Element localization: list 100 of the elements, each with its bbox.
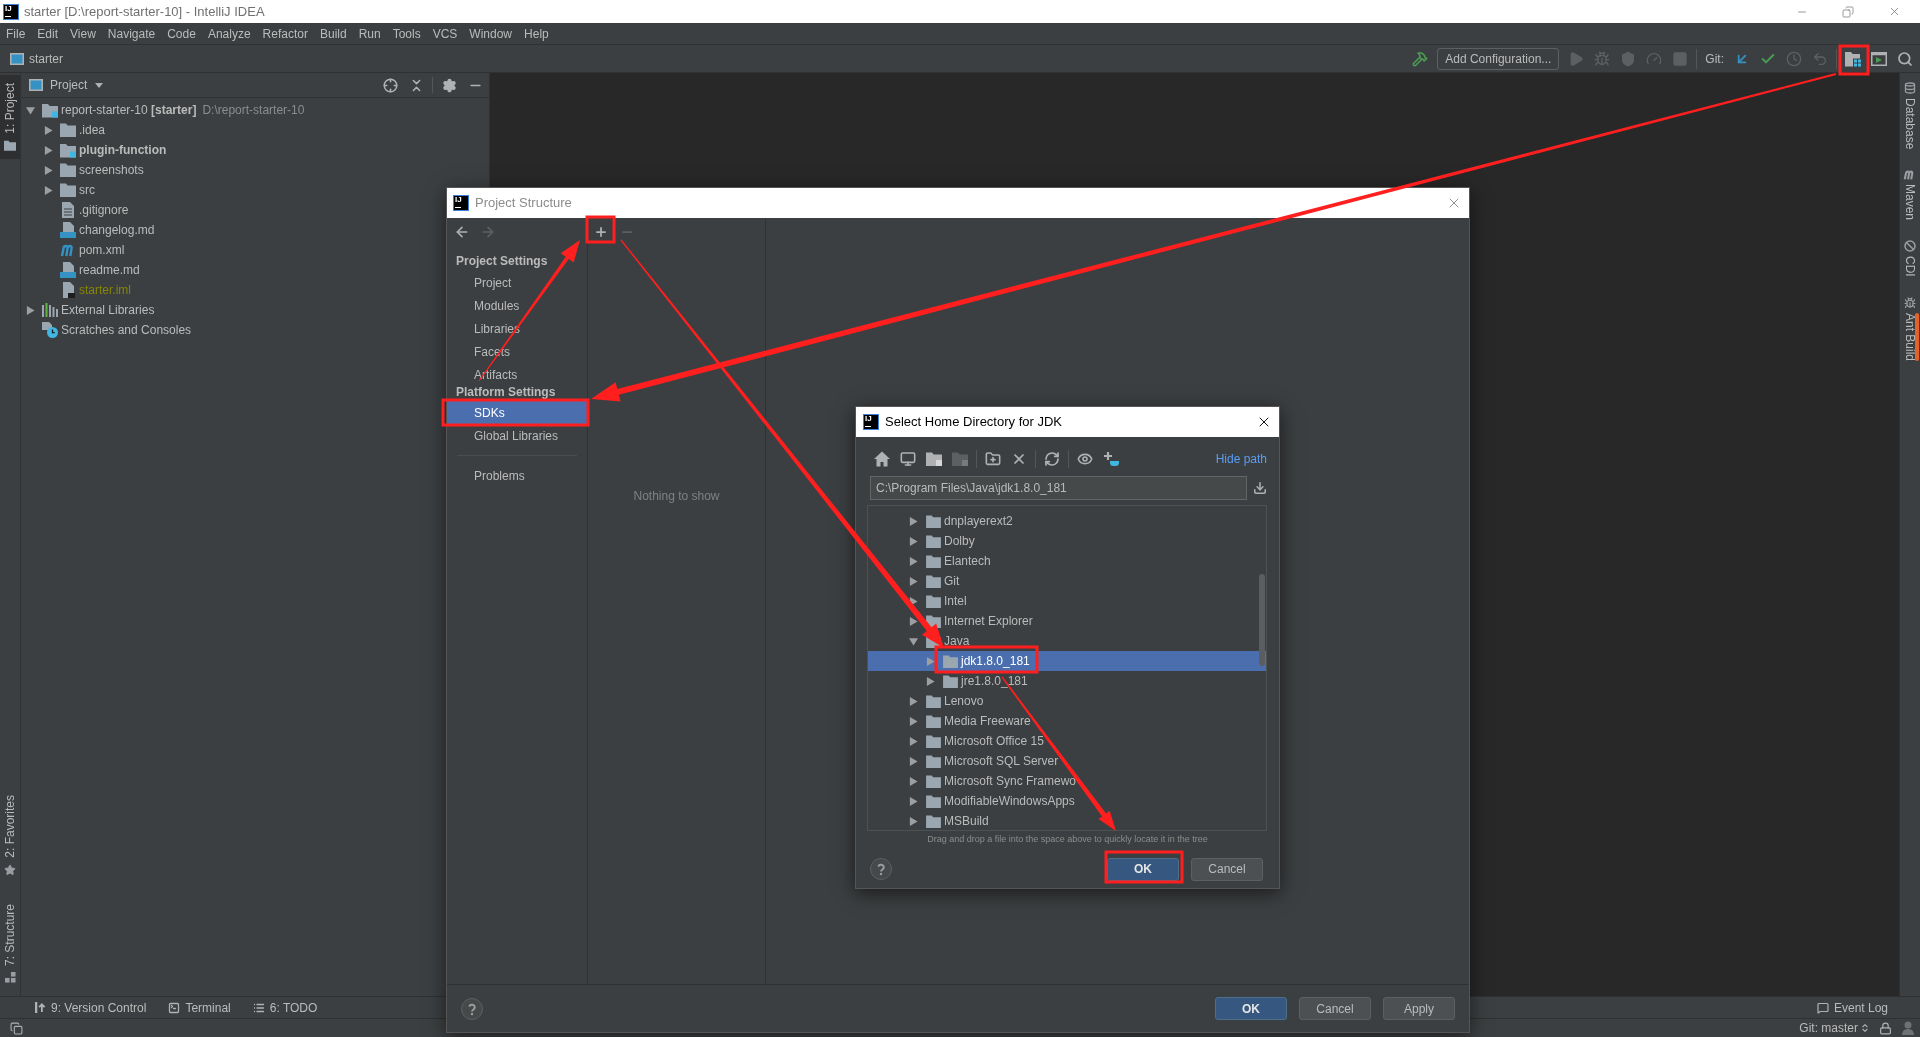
scrollbar[interactable] bbox=[1915, 313, 1919, 361]
hammer-icon[interactable] bbox=[1412, 50, 1429, 67]
squares-icon[interactable] bbox=[10, 1021, 23, 1035]
disclosure-triangle-icon[interactable] bbox=[908, 716, 918, 726]
tool-window-button[interactable]: 9: Version Control bbox=[35, 998, 147, 1017]
scrollbar[interactable] bbox=[1259, 574, 1265, 666]
tree-item[interactable]: ModifiableWindowsApps bbox=[868, 791, 1266, 811]
menu-item[interactable]: View bbox=[70, 24, 96, 43]
folder-grid-icon[interactable] bbox=[1845, 50, 1861, 67]
help-icon[interactable] bbox=[870, 858, 892, 880]
help-icon[interactable] bbox=[461, 997, 483, 1020]
menu-item[interactable]: Code bbox=[167, 24, 196, 43]
tool-window-tab[interactable]: CDI bbox=[1900, 236, 1920, 282]
delete-icon[interactable] bbox=[1011, 451, 1027, 467]
disclosure-triangle-icon[interactable] bbox=[908, 616, 918, 626]
tree-item[interactable]: Git bbox=[868, 571, 1266, 591]
tool-window-button[interactable]: 6: TODO bbox=[252, 998, 318, 1017]
disclosure-triangle-icon[interactable] bbox=[908, 536, 918, 546]
disclosure-triangle-icon[interactable] bbox=[908, 816, 918, 826]
disclosure-triangle-icon[interactable] bbox=[25, 305, 35, 315]
menu-item[interactable]: Refactor bbox=[262, 24, 308, 43]
nav-item[interactable]: Modules bbox=[447, 294, 587, 317]
tree-item[interactable]: Microsoft Office 15 bbox=[868, 731, 1266, 751]
cancel-button[interactable]: Cancel bbox=[1191, 857, 1263, 881]
hide-path-link[interactable]: Hide path bbox=[1215, 450, 1267, 468]
eye-icon[interactable] bbox=[1077, 451, 1093, 467]
folder-icon[interactable] bbox=[926, 452, 942, 466]
tree-item[interactable]: Lenovo bbox=[868, 691, 1266, 711]
tree-item-label[interactable]: Scratches and Consoles bbox=[61, 321, 192, 339]
menu-item[interactable]: Help bbox=[524, 24, 549, 43]
settings-icon[interactable] bbox=[442, 77, 457, 93]
tool-window-tab[interactable]: 2: Favorites bbox=[0, 787, 20, 884]
plus-cup-icon[interactable] bbox=[1103, 451, 1119, 467]
tree-item[interactable]: Microsoft SQL Server bbox=[868, 751, 1266, 771]
menu-item[interactable]: File bbox=[6, 24, 26, 43]
plus-icon[interactable] bbox=[594, 225, 608, 239]
tree-item-label[interactable]: readme.md bbox=[79, 261, 140, 279]
run-configuration-button[interactable]: Add Configuration... bbox=[1437, 47, 1560, 70]
tree-item-label[interactable]: src bbox=[79, 181, 95, 199]
tree-item-label[interactable]: pom.xml bbox=[79, 241, 125, 259]
home-icon[interactable] bbox=[874, 451, 890, 467]
tree-item[interactable]: Elantech bbox=[868, 551, 1266, 571]
search-icon[interactable] bbox=[1897, 50, 1913, 67]
tool-window-tab[interactable]: 7: Structure bbox=[0, 895, 20, 991]
breadcrumb[interactable]: starter bbox=[29, 49, 63, 68]
cancel-button[interactable]: Cancel bbox=[1299, 997, 1371, 1020]
menu-item[interactable]: Build bbox=[319, 24, 347, 43]
disclosure-triangle-icon[interactable] bbox=[908, 776, 918, 786]
disclosure-triangle-icon[interactable] bbox=[25, 105, 35, 115]
restore-icon[interactable] bbox=[1842, 5, 1854, 18]
window-play-icon[interactable] bbox=[1871, 50, 1887, 67]
tree-item[interactable]: dnplayerext2 bbox=[868, 511, 1266, 531]
tree-item-label[interactable]: External Libraries bbox=[61, 301, 155, 319]
disclosure-triangle-icon[interactable] bbox=[43, 185, 53, 195]
silhouette-icon[interactable] bbox=[1902, 1021, 1914, 1035]
disclosure-triangle-icon[interactable] bbox=[908, 756, 918, 766]
tree-item-label[interactable]: changelog.md bbox=[79, 221, 155, 239]
disclosure-triangle-icon[interactable] bbox=[43, 125, 53, 135]
lock-icon[interactable] bbox=[1879, 1021, 1892, 1035]
disclosure-triangle-icon[interactable] bbox=[43, 145, 53, 155]
nav-item[interactable]: Global Libraries bbox=[447, 424, 587, 447]
disclosure-triangle-icon[interactable] bbox=[908, 556, 918, 566]
apply-button[interactable]: Apply bbox=[1383, 997, 1455, 1020]
tree-item[interactable]: Microsoft Sync Framewo bbox=[868, 771, 1266, 791]
folder-plus-icon[interactable] bbox=[985, 451, 1001, 467]
refresh-icon[interactable] bbox=[1044, 451, 1060, 467]
tool-window-tab[interactable]: Ant Build bbox=[1900, 293, 1920, 366]
tree-item[interactable]: Dolby bbox=[868, 531, 1266, 551]
tree-item[interactable]: Media Freeware bbox=[868, 711, 1266, 731]
tree-item[interactable]: jdk1.8.0_181 bbox=[868, 651, 1266, 671]
disclosure-triangle-icon[interactable] bbox=[43, 165, 53, 175]
disclosure-triangle-icon[interactable] bbox=[908, 796, 918, 806]
tree-item[interactable]: Intel bbox=[868, 591, 1266, 611]
menu-item[interactable]: Window bbox=[469, 24, 513, 43]
tree-item-label[interactable]: report-starter-10 [starter] bbox=[61, 101, 197, 119]
disclosure-triangle-icon[interactable] bbox=[908, 576, 918, 586]
monitor-icon[interactable] bbox=[900, 451, 916, 467]
back-arrow-icon[interactable] bbox=[454, 224, 470, 240]
disclosure-triangle-icon[interactable] bbox=[908, 696, 918, 706]
menu-item[interactable]: Tools bbox=[392, 24, 421, 43]
view-dropdown[interactable]: Project bbox=[50, 76, 104, 94]
tool-window-tab[interactable]: Maven bbox=[1900, 165, 1920, 225]
disclosure-triangle-icon[interactable] bbox=[908, 516, 918, 526]
ok-button[interactable]: OK bbox=[1215, 997, 1287, 1020]
menu-item[interactable]: Analyze bbox=[207, 24, 251, 43]
disclosure-triangle-icon[interactable] bbox=[925, 656, 935, 666]
locate-icon[interactable] bbox=[383, 77, 398, 93]
path-field[interactable]: C:\Program Files\Java\jdk1.8.0_181 bbox=[870, 476, 1247, 500]
vcs-branch[interactable]: Git: master bbox=[1799, 1019, 1858, 1037]
ok-button[interactable]: OK bbox=[1107, 857, 1179, 881]
tree-item-label[interactable]: .idea bbox=[79, 121, 106, 139]
download-icon[interactable] bbox=[1253, 481, 1267, 495]
menu-item[interactable]: Edit bbox=[37, 24, 59, 43]
tree-item[interactable]: MSBuild bbox=[868, 811, 1266, 830]
tool-window-tab[interactable]: 1: Project bbox=[0, 75, 20, 159]
nav-item[interactable]: Problems bbox=[447, 464, 587, 487]
tree-item-label[interactable]: plugin-function bbox=[79, 141, 167, 159]
menu-item[interactable]: VCS bbox=[432, 24, 458, 43]
tree-item-label[interactable]: .gitignore bbox=[79, 201, 129, 219]
up-down-arrows-icon[interactable] bbox=[1860, 1022, 1870, 1034]
